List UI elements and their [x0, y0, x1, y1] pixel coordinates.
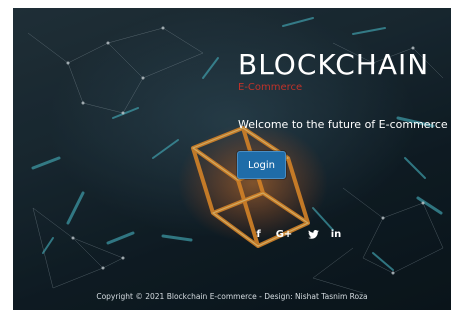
facebook-icon[interactable]: f	[249, 227, 268, 243]
site-title: BLOCKCHAIN	[238, 48, 430, 81]
social-links: f G+ in	[249, 227, 346, 243]
site-subtitle: E-Commerce	[238, 82, 303, 93]
google-plus-icon[interactable]: G+	[268, 227, 300, 243]
login-button[interactable]: Login	[237, 151, 286, 179]
twitter-icon[interactable]	[300, 227, 326, 243]
twitter-bird-icon	[307, 229, 319, 239]
hero-section: BLOCKCHAIN E-Commerce Welcome to the fut…	[13, 8, 451, 310]
linkedin-icon[interactable]: in	[326, 227, 346, 243]
footer-copyright: Copyright © 2021 Blockchain E-commerce -…	[96, 292, 368, 301]
welcome-tagline: Welcome to the future of E-commerce	[238, 118, 448, 131]
